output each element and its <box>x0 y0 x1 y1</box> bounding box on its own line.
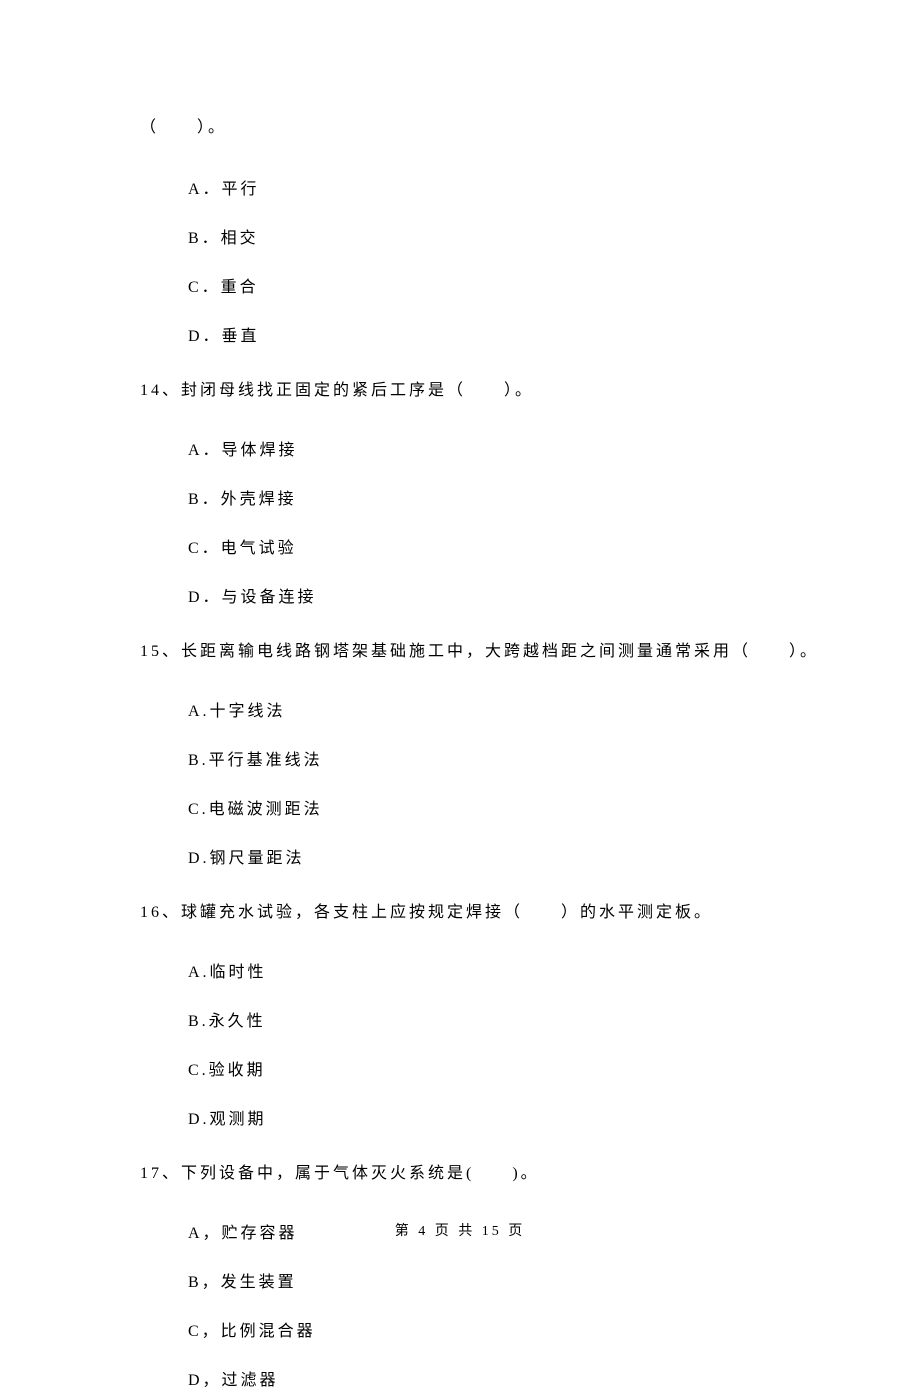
q16-text: 16、球罐充水试验，各支柱上应按规定焊接（ ）的水平测定板。 <box>140 901 820 925</box>
q15-option-c: C.电磁波测距法 <box>188 795 820 819</box>
q17-option-c: C，比例混合器 <box>188 1317 820 1341</box>
q14-option-a: A．导体焊接 <box>188 436 820 460</box>
q15-option-a: A.十字线法 <box>188 697 820 721</box>
q16-option-b: B.永久性 <box>188 1007 820 1031</box>
q17-option-b: B，发生装置 <box>188 1268 820 1292</box>
q15-option-b: B.平行基准线法 <box>188 746 820 770</box>
q15-option-d: D.钢尺量距法 <box>188 844 820 868</box>
q13-option-a: A．平行 <box>188 175 820 199</box>
q16-option-d: D.观测期 <box>188 1105 820 1129</box>
q14-option-c: C．电气试验 <box>188 534 820 558</box>
q14-option-b: B．外壳焊接 <box>188 485 820 509</box>
page-footer: 第 4 页 共 15 页 <box>0 1220 920 1240</box>
q17-option-d: D，过滤器 <box>188 1366 820 1390</box>
q14-text: 14、封闭母线找正固定的紧后工序是（ ）。 <box>140 379 820 403</box>
q13-option-d: D．垂直 <box>188 322 820 346</box>
q13-option-b: B．相交 <box>188 224 820 248</box>
q16-option-c: C.验收期 <box>188 1056 820 1080</box>
q14-option-d: D．与设备连接 <box>188 583 820 607</box>
page-content: （ ）。 A．平行 B．相交 C．重合 D．垂直 14、封闭母线找正固定的紧后工… <box>0 0 920 1390</box>
q15-text: 15、长距离输电线路钢塔架基础施工中，大跨越档距之间测量通常采用（ ）。 <box>140 640 820 664</box>
question-fragment: （ ）。 <box>140 113 820 137</box>
q16-option-a: A.临时性 <box>188 958 820 982</box>
q13-option-c: C．重合 <box>188 273 820 297</box>
q17-text: 17、下列设备中，属于气体灭火系统是( )。 <box>140 1162 820 1186</box>
